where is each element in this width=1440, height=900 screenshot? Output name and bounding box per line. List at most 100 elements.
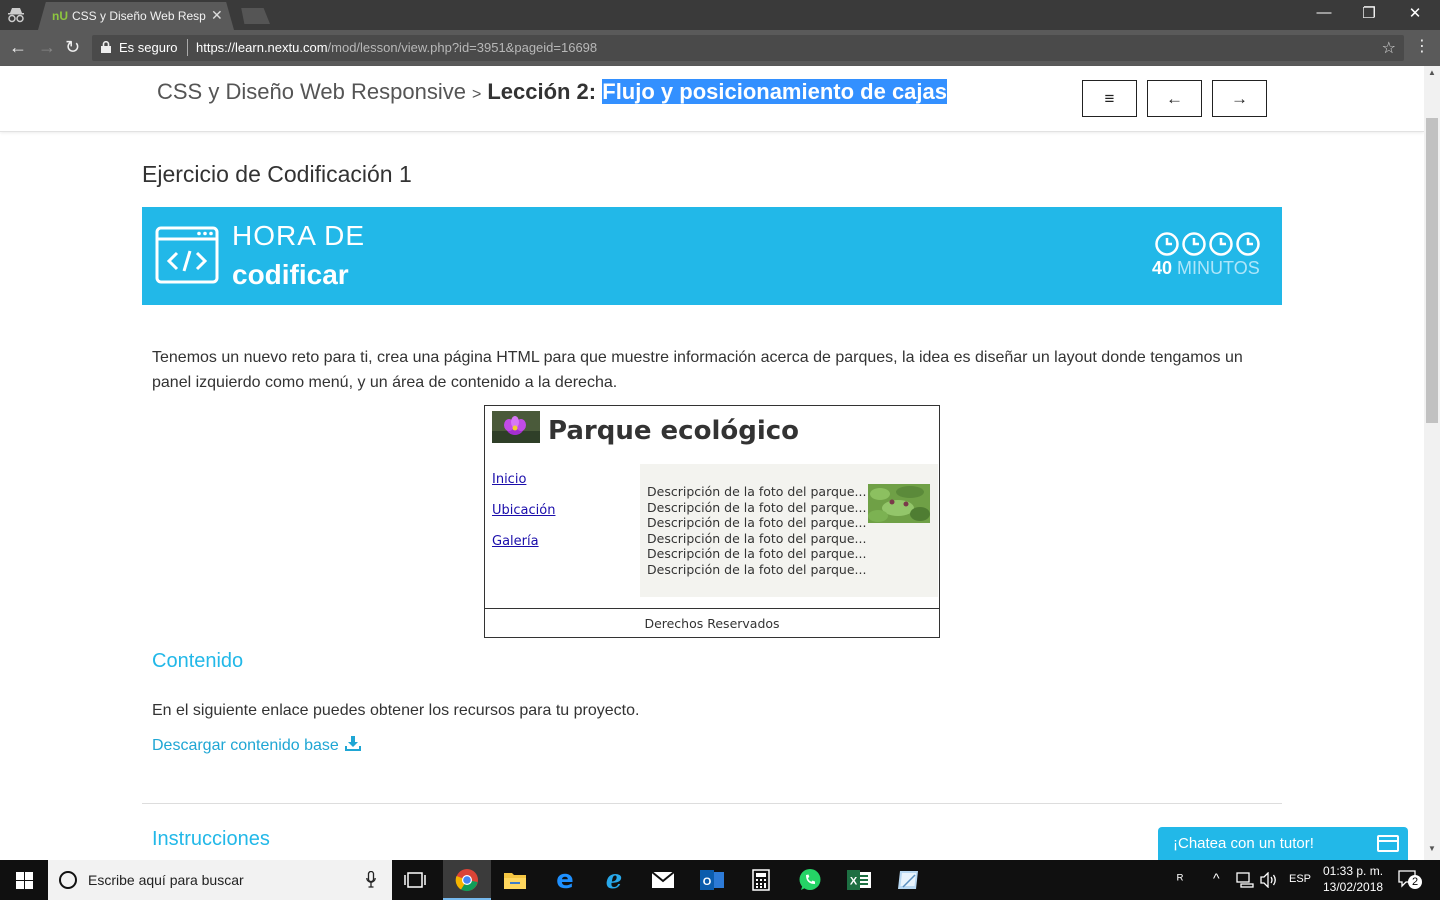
scroll-down-icon[interactable]: ▼ xyxy=(1428,844,1436,853)
url-host: learn.nextu.com xyxy=(235,40,328,55)
section-divider xyxy=(142,803,1282,804)
edge-icon[interactable]: e xyxy=(550,865,580,895)
breadcrumb-lesson-label: Lección 2: xyxy=(487,79,597,104)
internet-explorer-icon[interactable]: e xyxy=(599,865,629,895)
calculator-icon[interactable] xyxy=(746,866,776,894)
secure-label: Es seguro xyxy=(119,40,178,55)
lock-icon xyxy=(101,41,111,53)
preview-description: Descripción de la foto del parque... xyxy=(647,515,867,530)
notification-count: 2 xyxy=(1408,875,1422,889)
chat-tutor-widget[interactable]: ¡Chatea con un tutor! xyxy=(1158,827,1408,860)
chat-label: ¡Chatea con un tutor! xyxy=(1173,835,1314,852)
preview-descriptions: Descripción de la foto del parque... Des… xyxy=(647,484,866,577)
url-text[interactable]: https://learn.nextu.com/mod/lesson/view.… xyxy=(196,40,597,55)
window-minimize-icon[interactable]: — xyxy=(1314,4,1334,21)
download-icon xyxy=(344,736,361,751)
bookmark-star-icon[interactable]: ☆ xyxy=(1382,38,1396,58)
download-link-label: Descargar contenido base xyxy=(152,737,339,754)
lesson-menu-button[interactable]: ≡ xyxy=(1082,80,1137,117)
address-bar[interactable]: Es seguro https://learn.nextu.com/mod/le… xyxy=(92,35,1404,61)
browser-toolbar: ← → ↻ Es seguro https://learn.nextu.com/… xyxy=(0,30,1440,66)
url-scheme: https:// xyxy=(196,40,236,55)
banner-line1: HORA DE xyxy=(232,220,366,251)
preview-nav-ubicacion: Ubicación xyxy=(492,503,556,518)
banner-line2: codificar xyxy=(232,259,349,290)
breadcrumb-separator: > xyxy=(471,86,482,103)
lotus-flower-image xyxy=(492,411,540,443)
clock-icons xyxy=(1155,232,1260,256)
preview-nav-galeria: Galería xyxy=(492,534,539,549)
omnibox-separator xyxy=(187,39,188,56)
reload-icon[interactable]: ↻ xyxy=(65,37,80,58)
window-close-icon[interactable]: ✕ xyxy=(1405,4,1425,22)
browser-tabstrip: nU CSS y Diseño Web Responsive ✕ — ❐ ✕ xyxy=(0,0,1440,30)
incognito-icon xyxy=(8,8,24,23)
volume-icon[interactable] xyxy=(1260,872,1278,888)
scrollbar-thumb[interactable] xyxy=(1426,118,1438,423)
forward-arrow-icon[interactable]: → xyxy=(38,37,56,58)
chrome-icon[interactable] xyxy=(452,866,482,894)
input-language-label[interactable]: ESP xyxy=(1289,873,1311,885)
url-path: /mod/lesson/view.php?id=3951&pageid=1669… xyxy=(327,40,598,55)
download-base-content-link[interactable]: Descargar contenido base xyxy=(152,736,361,755)
duration-number: 40 xyxy=(1152,258,1173,278)
chrome-menu-icon[interactable]: ⋮ xyxy=(1414,36,1430,56)
breadcrumb-lesson-title: Flujo y posicionamiento de cajas xyxy=(602,79,947,104)
lesson-header: CSS y Diseño Web Responsive > Lección 2: F… xyxy=(0,66,1424,132)
intro-paragraph: Tenemos un nuevo reto para ti, crea una … xyxy=(152,349,1243,391)
mail-icon[interactable] xyxy=(648,866,678,894)
code-time-banner: HORA DE codificar 40 MINUTOS xyxy=(142,207,1282,305)
exercise-title: Ejercicio de Codificación 1 xyxy=(142,161,412,187)
notes-app-icon[interactable] xyxy=(893,866,923,894)
taskbar-clock[interactable]: 01:33 p. m. 13/02/2018 xyxy=(1323,863,1383,895)
tab-close-icon[interactable]: ✕ xyxy=(211,7,223,24)
page-scrollbar[interactable]: ▲ ▼ xyxy=(1424,66,1440,860)
tray-chevron-up-icon[interactable]: ^ xyxy=(1213,870,1220,886)
preview-description: Descripción de la foto del parque... xyxy=(647,484,867,499)
network-icon[interactable] xyxy=(1236,872,1254,888)
contenido-text: En el siguiente enlace puedes obtener lo… xyxy=(152,702,640,719)
preview-content-panel: Descripción de la foto del parque... Des… xyxy=(640,464,938,597)
tab-title: CSS y Diseño Web Responsive xyxy=(72,9,206,23)
task-view-icon[interactable] xyxy=(400,866,430,894)
previous-page-button[interactable]: ← xyxy=(1147,80,1202,117)
instrucciones-heading: Instrucciones xyxy=(152,828,270,850)
preview-footer: Derechos Reservados xyxy=(485,608,939,638)
contenido-heading: Contenido xyxy=(152,650,244,672)
menu-icon: ≡ xyxy=(1104,88,1115,108)
chat-window-icon xyxy=(1377,835,1399,852)
taskbar-search-box[interactable]: Escribe aquí para buscar xyxy=(48,860,392,900)
preview-description: Descripción de la foto del parque... xyxy=(647,546,867,561)
back-arrow-icon[interactable]: ← xyxy=(9,37,27,58)
excel-icon[interactable]: X xyxy=(844,866,874,894)
cortana-icon xyxy=(59,871,77,889)
new-tab-button[interactable] xyxy=(241,8,270,24)
arrow-left-icon: ← xyxy=(1166,88,1183,108)
people-icon[interactable]: ᴿ xyxy=(1177,871,1183,887)
park-photo-image xyxy=(868,484,930,523)
windows-start-icon[interactable] xyxy=(16,872,33,889)
code-window-icon xyxy=(155,226,219,284)
duration-label: 40 MINUTOS xyxy=(1152,258,1260,279)
window-restore-icon[interactable]: ❐ xyxy=(1359,4,1379,22)
outlook-icon[interactable]: O xyxy=(697,866,727,894)
breadcrumb: CSS y Diseño Web Responsive > Lección 2: F… xyxy=(157,79,947,105)
arrow-right-icon: → xyxy=(1231,88,1248,108)
nextu-favicon-icon: nU xyxy=(52,9,68,23)
action-center-icon[interactable]: 2 xyxy=(1398,870,1422,890)
browser-tab-active[interactable]: nU CSS y Diseño Web Responsive ✕ xyxy=(38,2,234,30)
preview-description: Descripción de la foto del parque... xyxy=(647,499,867,515)
file-explorer-icon[interactable] xyxy=(500,866,530,894)
preview-description: Descripción de la foto del parque... xyxy=(647,530,867,546)
scroll-up-icon[interactable]: ▲ xyxy=(1428,68,1436,77)
layout-preview-image: Parque ecológico Inicio Ubicación Galerí… xyxy=(484,405,940,638)
microphone-icon[interactable] xyxy=(366,871,376,888)
breadcrumb-course[interactable]: CSS y Diseño Web Responsive xyxy=(157,79,466,104)
svg-text:O: O xyxy=(703,876,712,888)
windows-taskbar: Escribe aquí para buscar e e O X ᴿ ^ ESP xyxy=(0,860,1440,900)
duration-unit: MINUTOS xyxy=(1177,258,1260,278)
clock-time: 01:33 p. m. xyxy=(1323,864,1384,878)
whatsapp-icon[interactable] xyxy=(795,866,825,894)
preview-description: Descripción de la foto del parque... xyxy=(647,561,867,577)
next-page-button[interactable]: → xyxy=(1212,80,1267,117)
